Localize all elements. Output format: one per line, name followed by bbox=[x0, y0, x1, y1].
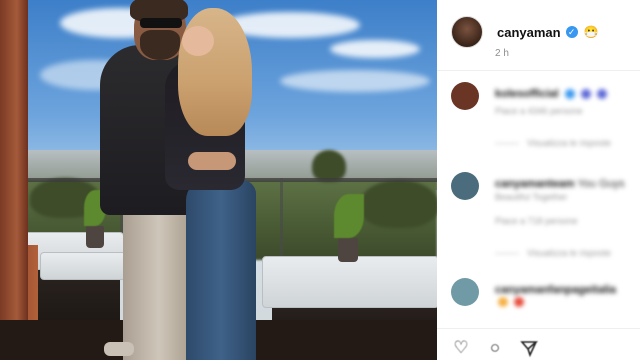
plant-pot bbox=[86, 226, 104, 248]
verified-badge-icon bbox=[564, 89, 575, 100]
post-sidebar: canyaman ✓ 😷 2 h kolesofficial Piace a 4… bbox=[437, 0, 640, 360]
share-icon-svg bbox=[520, 341, 538, 357]
plant bbox=[334, 194, 364, 238]
emoji-icon bbox=[580, 89, 591, 100]
view-replies[interactable]: Visualizza le risposte bbox=[495, 138, 611, 148]
post-photo[interactable] bbox=[0, 0, 437, 360]
pillar bbox=[0, 0, 28, 360]
woman-jeans bbox=[186, 180, 256, 360]
comment-text: canyamanfanpageitalia bbox=[495, 284, 616, 296]
comment-body: You Guys bbox=[577, 178, 625, 190]
comment-avatar[interactable] bbox=[451, 172, 479, 200]
comment-avatar[interactable] bbox=[451, 278, 479, 306]
comment-avatar[interactable] bbox=[451, 82, 479, 110]
comment-username[interactable]: kolesofficial bbox=[495, 88, 559, 100]
shoe bbox=[104, 342, 134, 356]
man-beard bbox=[140, 30, 180, 60]
share-icon[interactable] bbox=[519, 338, 539, 358]
comment-emojis bbox=[495, 296, 524, 307]
hand bbox=[188, 152, 236, 170]
comment-text: kolesofficial bbox=[495, 88, 607, 100]
plant-pot bbox=[338, 238, 358, 262]
view-replies[interactable]: Visualizza le risposte bbox=[495, 248, 611, 258]
comment-body-2: Beautiful Together bbox=[495, 192, 568, 202]
comment-likes[interactable]: Piace a 718 persone bbox=[495, 216, 578, 226]
cloud bbox=[330, 40, 420, 58]
post-actions: ♡ ○ bbox=[451, 338, 539, 358]
emoji-icon bbox=[498, 296, 508, 307]
woman-face bbox=[182, 26, 214, 56]
verified-badge-icon: ✓ bbox=[565, 26, 578, 38]
comment-likes[interactable]: Piace a 4346 persone bbox=[495, 106, 583, 116]
comment-username[interactable]: canyamanfanpageitalia bbox=[495, 284, 616, 296]
comment-text: canyamanteam You Guys bbox=[495, 178, 625, 190]
railing-post bbox=[280, 178, 283, 268]
cloud bbox=[280, 70, 430, 92]
divider bbox=[437, 328, 640, 329]
table-top bbox=[262, 256, 437, 308]
man-trousers bbox=[123, 198, 195, 360]
author-avatar[interactable] bbox=[451, 16, 483, 48]
sunglasses bbox=[140, 18, 182, 28]
emoji-icon bbox=[596, 89, 607, 100]
mask-emoji-icon: 😷 bbox=[583, 25, 599, 39]
heart-icon[interactable]: ♡ bbox=[451, 338, 471, 358]
divider bbox=[437, 70, 640, 71]
post-time: 2 h bbox=[495, 48, 509, 59]
comment-username[interactable]: canyamanteam bbox=[495, 178, 575, 190]
comment-icon[interactable]: ○ bbox=[485, 338, 505, 358]
author-username[interactable]: canyaman bbox=[497, 25, 561, 40]
heart-emoji-icon bbox=[513, 296, 524, 307]
post-header: canyaman ✓ 😷 bbox=[451, 16, 599, 48]
tree bbox=[360, 180, 437, 228]
